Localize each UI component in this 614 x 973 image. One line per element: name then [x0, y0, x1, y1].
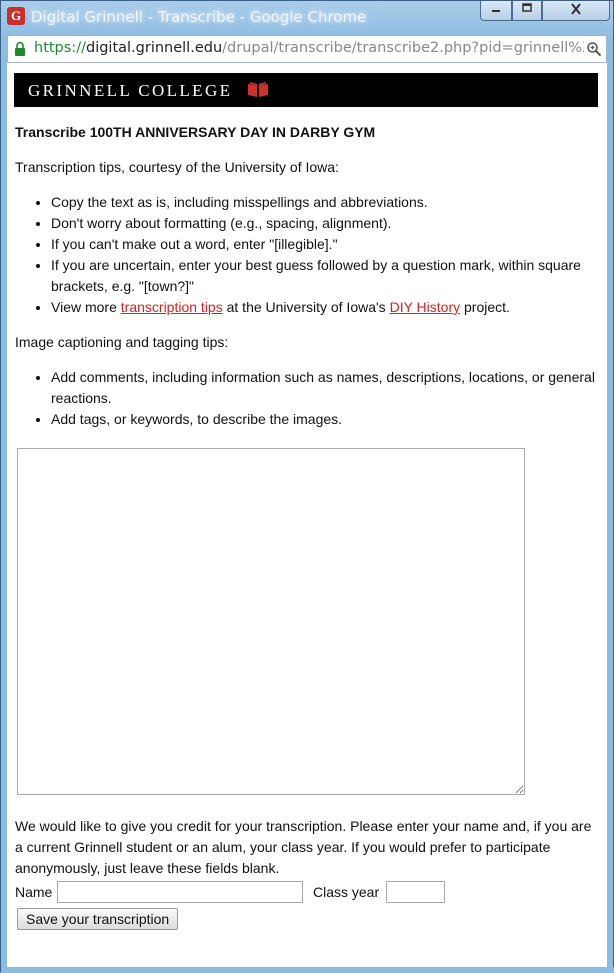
maximize-button[interactable]: [512, 1, 542, 21]
app-icon: G: [7, 7, 25, 25]
list-item: Add tags, or keywords, to describe the i…: [51, 409, 603, 430]
save-transcription-button[interactable]: Save your transcription: [17, 908, 179, 930]
class-year-input[interactable]: [386, 881, 445, 903]
url-scheme: https://: [34, 40, 86, 56]
page-content: GRINNELL COLLEGE Transcribe 100TH ANNIVE…: [7, 63, 607, 967]
book-logo-icon: [248, 82, 268, 97]
banner-title: GRINNELL COLLEGE: [28, 81, 233, 100]
tip-more-suffix: project.: [460, 299, 510, 315]
window-title: Digital Grinnell - Transcribe - Google C…: [31, 8, 367, 26]
minimize-button[interactable]: [480, 1, 512, 21]
list-item: Copy the text as is, including misspelli…: [51, 192, 603, 213]
window-bottom-border: [1, 967, 614, 973]
browser-window: G Digital Grinnell - Transcribe - Google…: [0, 0, 614, 973]
tip-more-prefix: View more: [51, 299, 121, 315]
name-input[interactable]: [57, 881, 303, 903]
list-item: Add comments, including information such…: [51, 367, 603, 409]
list-item: If you can't make out a word, enter "[il…: [51, 234, 603, 255]
tips-intro: Transcription tips, courtesy of the Univ…: [15, 159, 339, 175]
transcription-tips-list: Copy the text as is, including misspelli…: [7, 192, 603, 318]
lock-icon: [15, 41, 25, 56]
url-host: digital.grinnell.edu: [85, 40, 223, 56]
title-bar[interactable]: G Digital Grinnell - Transcribe - Google…: [1, 1, 613, 35]
transcription-textarea[interactable]: [17, 448, 525, 795]
diy-history-link[interactable]: DIY History: [390, 299, 461, 315]
list-item: If you are uncertain, enter your best gu…: [51, 255, 603, 297]
list-item: View more transcription tips at the Univ…: [51, 297, 603, 318]
class-year-label: Class year: [313, 884, 380, 900]
url-text[interactable]: https://digital.grinnell.edu/drupal/tran…: [34, 40, 584, 56]
caption-tips-list: Add comments, including information such…: [7, 367, 603, 430]
tip-more-middle: at the University of Iowa's: [222, 299, 390, 315]
caption-intro: Image captioning and tagging tips:: [15, 334, 229, 350]
credit-text: We would like to give you credit for you…: [15, 818, 592, 876]
transcription-tips-link[interactable]: transcription tips: [121, 299, 223, 315]
list-item: Don't worry about formatting (e.g., spac…: [51, 213, 603, 234]
url-path: /drupal/transcribe/transcribe2.php?pid=g…: [222, 40, 584, 56]
college-banner[interactable]: GRINNELL COLLEGE: [14, 73, 598, 107]
close-button[interactable]: [542, 1, 610, 21]
address-bar[interactable]: https://digital.grinnell.edu/drupal/tran…: [7, 35, 607, 63]
zoom-icon[interactable]: [586, 41, 602, 57]
page-title: Transcribe 100TH ANNIVERSARY DAY IN DARB…: [15, 124, 376, 140]
name-label: Name: [15, 884, 53, 900]
